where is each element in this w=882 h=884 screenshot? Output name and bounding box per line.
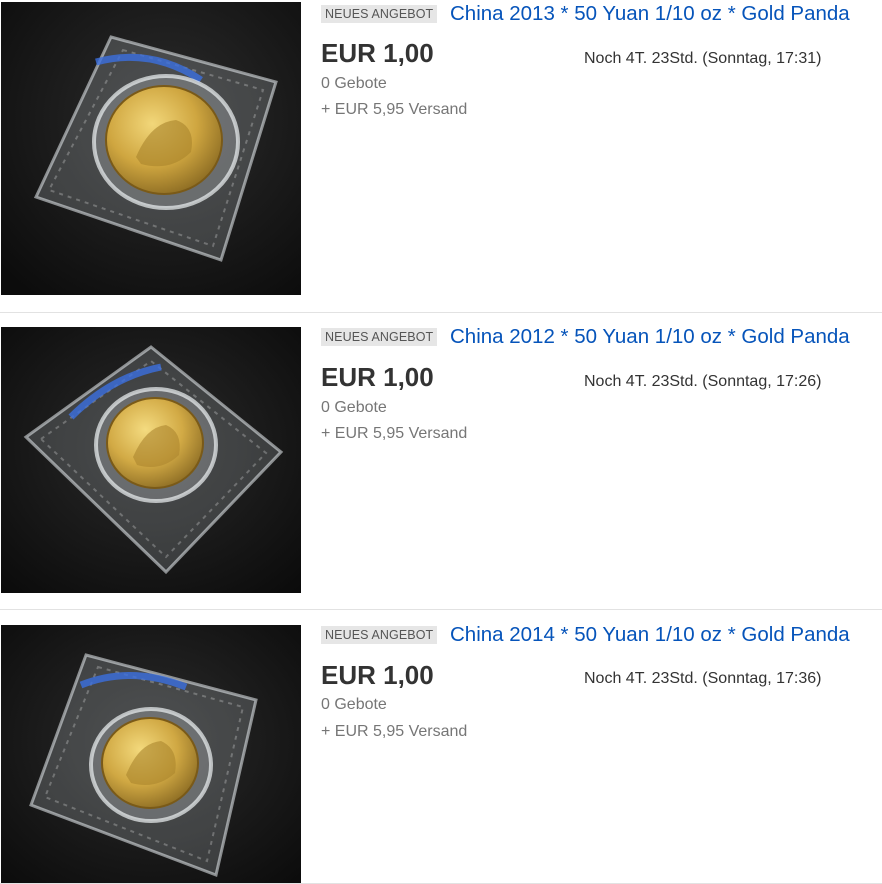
bid-count: 0 Gebote (321, 399, 387, 416)
listing-title-link[interactable]: China 2012 * 50 Yuan 1/10 oz * Gold Pand… (450, 324, 850, 350)
bid-count: 0 Gebote (321, 75, 387, 92)
new-listing-badge: NEUES ANGEBOT (321, 328, 438, 346)
listing-image[interactable] (1, 625, 301, 883)
search-results-list: NEUES ANGEBOT China 2013 * 50 Yuan 1/10 … (0, 0, 882, 884)
listing-image[interactable] (1, 327, 301, 593)
listing-title-link[interactable]: China 2013 * 50 Yuan 1/10 oz * Gold Pand… (450, 1, 850, 27)
listing-item: NEUES ANGEBOT China 2013 * 50 Yuan 1/10 … (0, 0, 882, 312)
shipping-cost: + EUR 5,95 Versand (321, 101, 468, 118)
listing-item: NEUES ANGEBOT China 2012 * 50 Yuan 1/10 … (0, 313, 882, 609)
new-listing-badge: NEUES ANGEBOT (321, 5, 438, 23)
listing-item: NEUES ANGEBOT China 2014 * 50 Yuan 1/10 … (0, 610, 882, 884)
listing-image[interactable] (1, 2, 301, 295)
bid-count: 0 Gebote (321, 696, 387, 713)
listing-title-link[interactable]: China 2014 * 50 Yuan 1/10 oz * Gold Pand… (450, 622, 850, 648)
time-left: Noch 4T. 23Std. (Sonntag, 17:31) (584, 50, 822, 67)
shipping-cost: + EUR 5,95 Versand (321, 723, 468, 740)
listing-price: EUR 1,00 (321, 660, 434, 690)
new-listing-badge: NEUES ANGEBOT (321, 626, 438, 644)
time-left: Noch 4T. 23Std. (Sonntag, 17:36) (584, 670, 822, 687)
shipping-cost: + EUR 5,95 Versand (321, 425, 468, 442)
time-left: Noch 4T. 23Std. (Sonntag, 17:26) (584, 373, 822, 390)
listing-price: EUR 1,00 (321, 362, 434, 392)
listing-price: EUR 1,00 (321, 38, 434, 68)
